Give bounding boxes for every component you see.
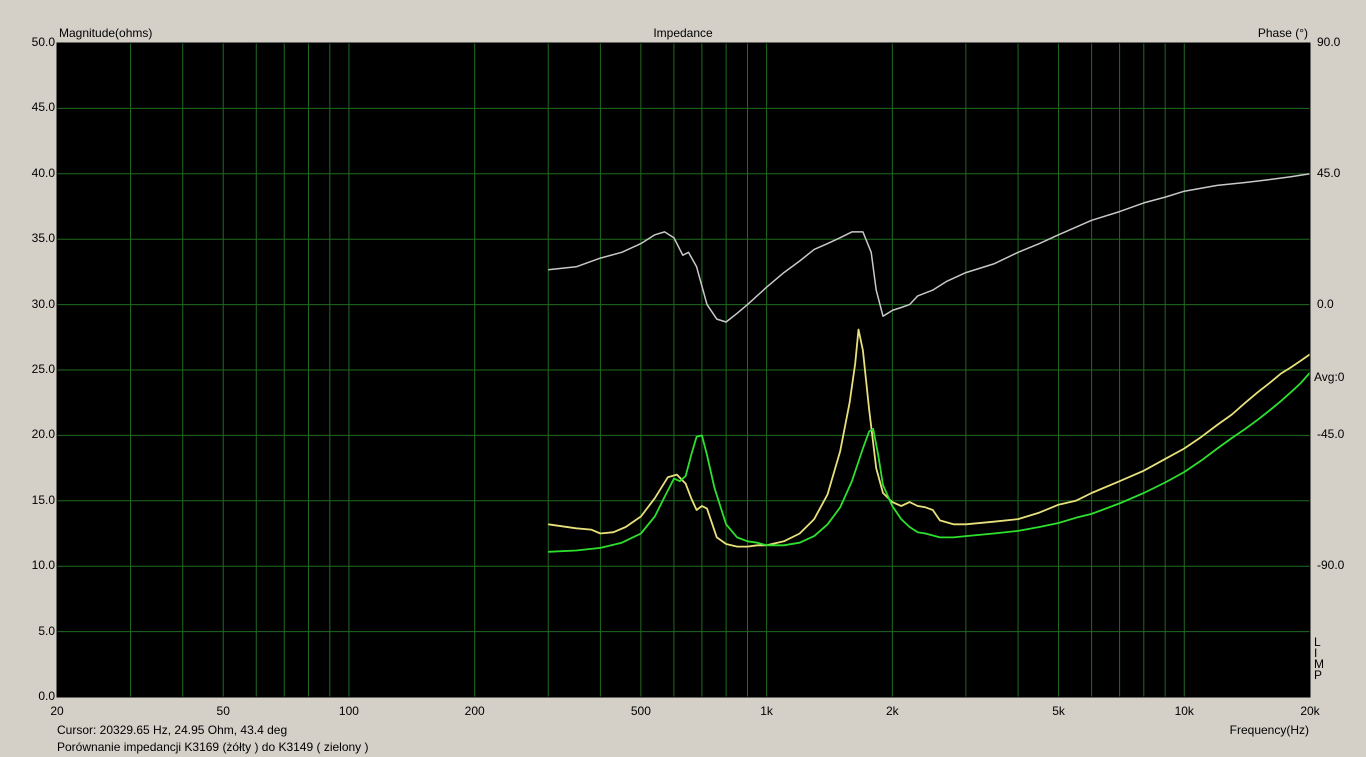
y-tick-label: 15.0 [31,492,55,507]
impedance-chart-window: Magnitude(ohms) Impedance Phase (°) 0.0 5… [0,0,1366,757]
y-tick-label: 40.0 [31,165,55,180]
y2-tick-label: 0.0 [1317,296,1334,311]
y-tick-label: 50.0 [31,35,55,49]
side-letters: L I M P [1314,636,1328,682]
cursor-readout: Cursor: 20329.65 Hz, 24.95 Ohm, 43.4 deg [57,723,288,737]
x-tick-label: 2k [885,704,899,718]
x-tick-label: 50 [216,704,230,718]
x-tick-label: 20 [50,704,64,718]
avg-label: Avg:0 [1314,370,1345,384]
x-tick-label: 20k [1300,704,1320,718]
impedance-chart[interactable] [0,0,1366,757]
x-tick-label: 500 [630,704,651,718]
y2-tick-label: 45.0 [1317,165,1341,180]
y-tick-label: 30.0 [31,296,55,311]
y-tick-label: 35.0 [31,231,55,246]
x-axis-label: Frequency(Hz) [1229,723,1309,737]
x-tick-label: 10k [1174,704,1194,718]
y2-axis-label: Phase (°) [1257,26,1308,40]
y-tick-label: 45.0 [31,100,55,115]
x-tick-label: 100 [338,704,359,718]
side-letter-p: P [1314,668,1323,682]
y2-tick-label: 90.0 [1317,35,1341,49]
y-tick-label: 0.0 [38,689,55,703]
x-tick-label: 5k [1052,704,1065,718]
y-tick-label: 20.0 [31,427,55,442]
y-tick-label: 10.0 [31,558,55,573]
y2-tick-label: -45.0 [1317,427,1345,442]
x-tick-label: 200 [464,704,485,718]
y-tick-label: 5.0 [38,623,55,638]
y-tick-label: 25.0 [31,362,55,376]
y2-tick-label: -90.0 [1317,558,1345,573]
chart-title: Impedance [653,26,713,40]
caption: Porównanie impedancji K3169 (żółty ) do … [57,740,369,754]
x-tick-label: 1k [760,704,773,718]
